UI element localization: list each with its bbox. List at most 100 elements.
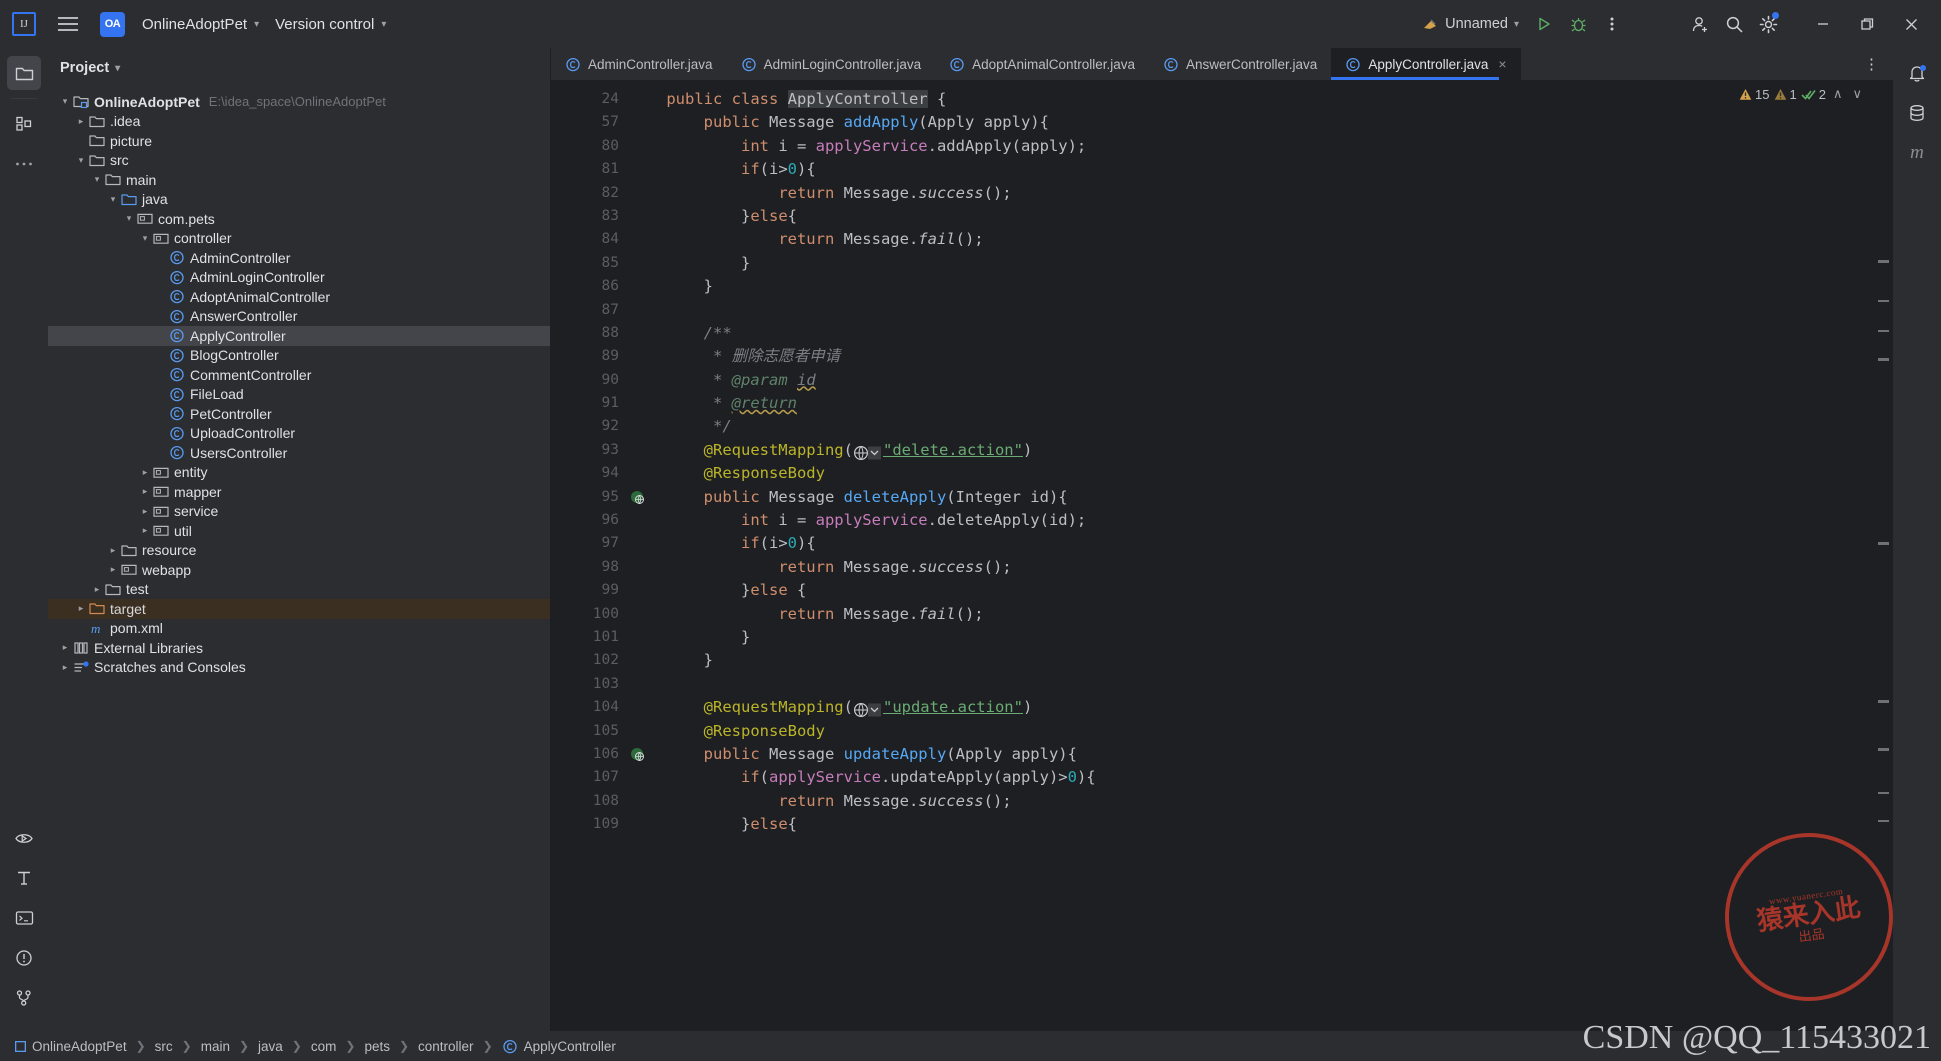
tree-node[interactable]: ▸ webapp (48, 560, 550, 580)
code-line[interactable]: * 删除志愿者申请 (629, 345, 1893, 368)
web-reference-globe-icon[interactable] (853, 442, 883, 461)
code-line[interactable] (629, 299, 1893, 322)
code-line[interactable]: return Message.success(); (629, 182, 1893, 205)
line-number[interactable]: 91 (551, 392, 629, 415)
line-number[interactable]: 82 (551, 182, 629, 205)
tree-node[interactable]: ▾ com.pets (48, 209, 550, 229)
run-tool-window-button[interactable] (7, 821, 41, 855)
line-number[interactable]: 85 (551, 252, 629, 275)
line-number[interactable]: 80 (551, 135, 629, 158)
line-number[interactable]: 90 (551, 369, 629, 392)
line-number[interactable]: 104 (551, 696, 629, 719)
tree-node[interactable]: ▾ OnlineAdoptPet E:\idea_space\OnlineAdopt… (48, 92, 550, 112)
breadcrumb-item[interactable]: ApplyController (499, 1039, 619, 1054)
line-number[interactable]: 94 (551, 462, 629, 485)
breadcrumb-item[interactable]: com (308, 1039, 340, 1054)
line-number[interactable]: 86 (551, 275, 629, 298)
editor-tab[interactable]: AdminController.java (551, 48, 727, 80)
tree-node[interactable]: ▸ resource (48, 541, 550, 561)
code-line[interactable]: @RequestMapping("delete.action") (629, 439, 1893, 462)
minimize-button[interactable] (1801, 7, 1845, 41)
breadcrumb-item[interactable]: src (152, 1039, 176, 1054)
code-line[interactable]: * @return (629, 392, 1893, 415)
chevron-right-icon[interactable]: ▸ (106, 543, 120, 557)
tree-node[interactable]: AdoptAnimalController (48, 287, 550, 307)
web-reference-globe-icon[interactable] (853, 699, 883, 718)
close-button[interactable] (1889, 7, 1933, 41)
chevron-right-icon[interactable]: ▸ (138, 485, 152, 499)
editor-tab[interactable]: AdminLoginController.java (727, 48, 936, 80)
code-line[interactable]: int i = applyService.deleteApply(id); (629, 509, 1893, 532)
tree-node[interactable]: ▾ java (48, 190, 550, 210)
code-line[interactable]: /** (629, 322, 1893, 345)
code-line[interactable]: if(i>0){ (629, 158, 1893, 181)
chevron-down-icon[interactable]: ▾ (90, 173, 104, 187)
tree-node[interactable]: ▾ main (48, 170, 550, 190)
line-number[interactable]: 96 (551, 509, 629, 532)
line-number[interactable]: 95 (551, 486, 644, 509)
tree-node[interactable]: AdminController (48, 248, 550, 268)
breadcrumb-item[interactable]: java (255, 1039, 286, 1054)
run-button[interactable] (1527, 7, 1561, 41)
line-number[interactable]: 81 (551, 158, 629, 181)
line-number[interactable]: 105 (551, 720, 629, 743)
code-line[interactable]: @ResponseBody (629, 720, 1893, 743)
code-line[interactable]: } (629, 626, 1893, 649)
line-number[interactable]: 84 (551, 228, 629, 251)
tree-node[interactable]: ▸ .idea (48, 112, 550, 132)
line-number[interactable]: 83 (551, 205, 629, 228)
breadcrumb-item[interactable]: OnlineAdoptPet (12, 1039, 130, 1054)
chevron-right-icon[interactable]: ▸ (90, 582, 104, 596)
database-tool-button[interactable] (1900, 96, 1934, 130)
breadcrumb-item[interactable]: main (198, 1039, 233, 1054)
code-line[interactable]: return Message.fail(); (629, 228, 1893, 251)
tree-node[interactable]: ▸ service (48, 502, 550, 522)
chevron-right-icon[interactable]: ▸ (138, 524, 152, 538)
code-line[interactable]: public Message updateApply(Apply apply){ (629, 743, 1893, 766)
line-number[interactable]: 103 (551, 673, 629, 696)
code-line[interactable]: public class ApplyController { (629, 88, 1893, 111)
chevron-down-icon[interactable]: ▾ (74, 153, 88, 167)
line-number[interactable]: 98 (551, 556, 629, 579)
breadcrumb-item[interactable]: controller (415, 1039, 477, 1054)
chevron-right-icon[interactable]: ▸ (106, 563, 120, 577)
line-number[interactable]: 106 (551, 743, 644, 766)
chevron-right-icon[interactable]: ▸ (58, 660, 72, 674)
project-tree[interactable]: ▾ OnlineAdoptPet E:\idea_space\OnlineAdopt… (48, 88, 550, 1031)
settings-button[interactable] (1751, 7, 1785, 41)
add-user-button[interactable] (1683, 7, 1717, 41)
code-line[interactable]: if(applyService.updateApply(apply)>0){ (629, 766, 1893, 789)
editor-tab[interactable]: AdoptAnimalController.java (935, 48, 1149, 80)
tree-node[interactable]: ApplyController (48, 326, 550, 346)
project-tool-window-button[interactable] (7, 56, 41, 90)
maven-tool-button[interactable]: m (1900, 136, 1934, 170)
weak-warning-count[interactable]: 1 (1774, 87, 1797, 102)
inspection-widget[interactable]: 15 1 2 ∧ ∨ (1739, 86, 1865, 102)
project-panel-header[interactable]: Project ▾ (48, 48, 550, 88)
chevron-right-icon[interactable]: ▸ (58, 641, 72, 655)
tree-node[interactable]: m pom.xml (48, 619, 550, 639)
line-number[interactable]: 93 (551, 439, 629, 462)
run-configuration-selector[interactable]: Unnamed ▾ (1414, 12, 1527, 36)
line-number[interactable]: 89 (551, 345, 629, 368)
main-menu-icon[interactable] (54, 10, 82, 38)
chevron-down-icon[interactable]: ▾ (138, 231, 152, 245)
version-control-tool-window-button[interactable] (7, 981, 41, 1015)
code-line[interactable]: }else { (629, 579, 1893, 602)
notifications-button[interactable] (1900, 56, 1934, 90)
tree-node[interactable]: ▸ util (48, 521, 550, 541)
tree-node[interactable]: CommentController (48, 365, 550, 385)
tree-node[interactable]: ▸ entity (48, 463, 550, 483)
build-tool-window-button[interactable] (7, 861, 41, 895)
close-tab-icon[interactable]: × (1498, 56, 1506, 72)
tree-node[interactable]: picture (48, 131, 550, 151)
code-line[interactable]: return Message.success(); (629, 790, 1893, 813)
next-problem-button[interactable]: ∨ (1849, 86, 1865, 102)
line-number[interactable]: 88 (551, 322, 629, 345)
code-line[interactable]: } (629, 252, 1893, 275)
tree-node[interactable]: ▸ mapper (48, 482, 550, 502)
more-actions-button[interactable] (1595, 7, 1629, 41)
line-number[interactable]: 100 (551, 603, 629, 626)
code-line[interactable]: * @param id (629, 369, 1893, 392)
line-number[interactable]: 97 (551, 532, 629, 555)
